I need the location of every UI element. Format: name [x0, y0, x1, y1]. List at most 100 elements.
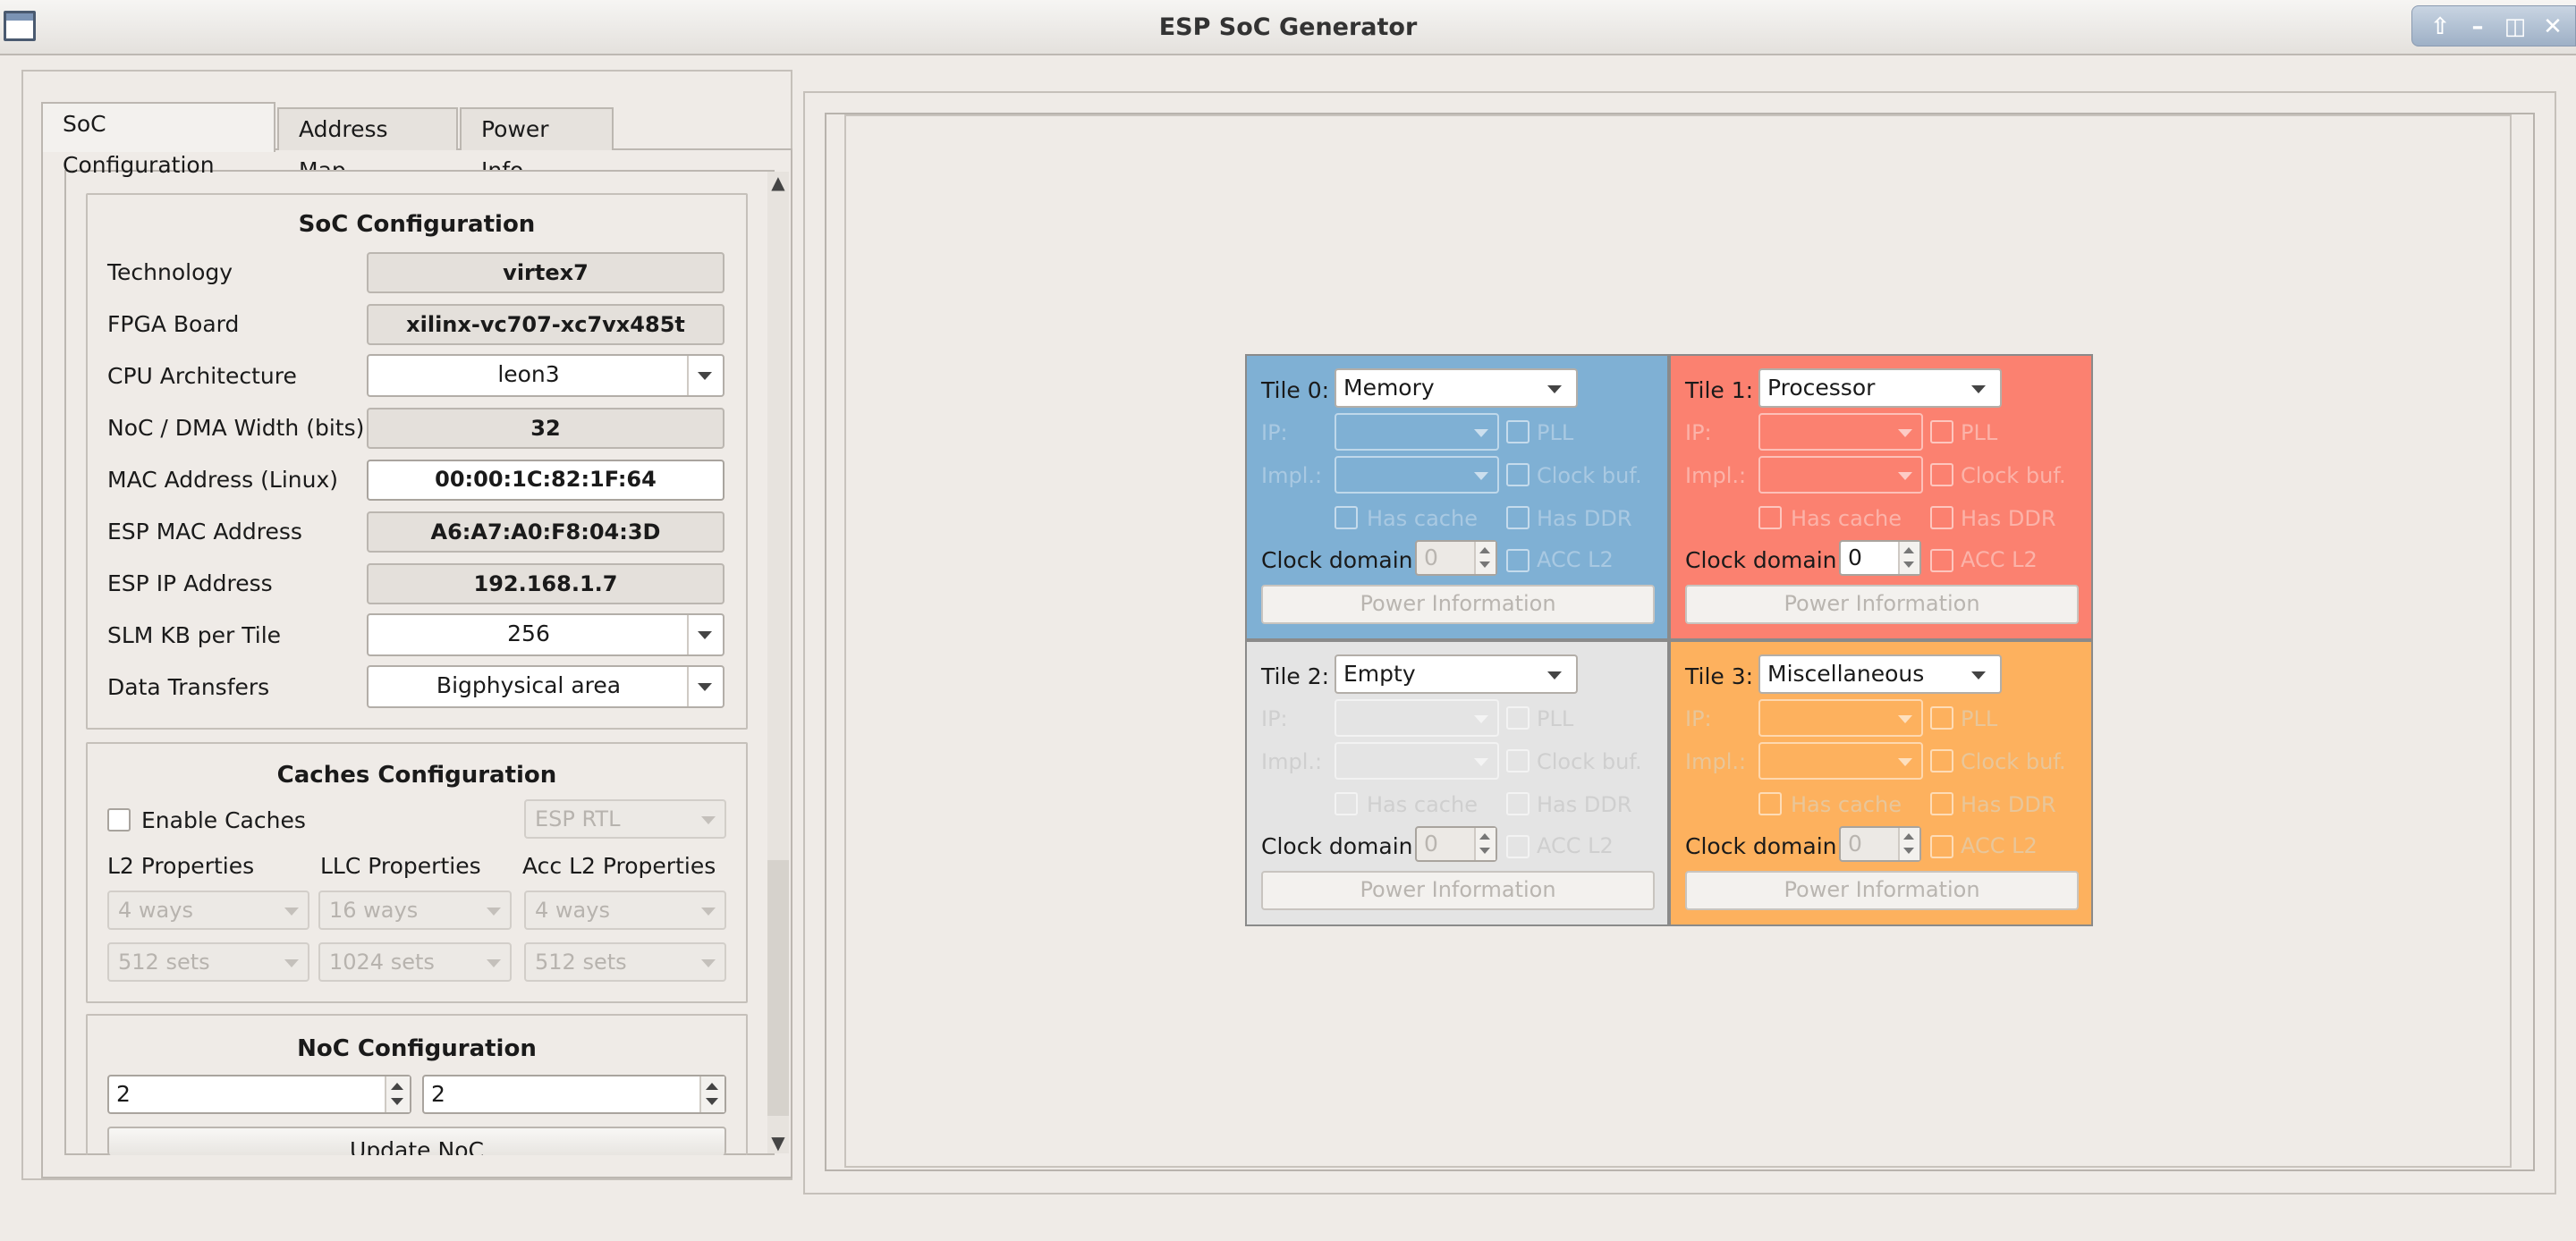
acc-l2-checkbox[interactable] [1930, 835, 1953, 858]
clock-domain-stepper[interactable] [1474, 542, 1496, 574]
clock-domain-stepper[interactable] [1474, 828, 1496, 860]
noc-cols-spinbox[interactable]: 2 [422, 1075, 726, 1114]
has-ddr-checkbox[interactable] [1506, 792, 1530, 815]
minimize-icon[interactable]: – [2462, 12, 2493, 42]
cpu-architecture-select[interactable]: leon3 [367, 354, 724, 397]
impl-select[interactable] [1335, 742, 1499, 780]
step-down-icon[interactable] [1479, 561, 1490, 568]
acc-l2-sets-select[interactable]: 512 sets [524, 942, 726, 982]
llc-sets-select[interactable]: 1024 sets [318, 942, 512, 982]
noc-rows-spinbox[interactable]: 2 [107, 1075, 411, 1114]
keep-above-icon[interactable]: ⇧ [2425, 12, 2455, 42]
tab-address-map[interactable]: Address Map [277, 107, 458, 183]
impl-select[interactable] [1758, 742, 1923, 780]
pll-checkbox[interactable] [1506, 706, 1530, 730]
tab-power-info[interactable]: Power Info [460, 107, 614, 183]
pll-checkbox[interactable] [1506, 420, 1530, 443]
tile-label: Tile 2: [1261, 663, 1330, 689]
acc-l2-ways-select[interactable]: 4 ways [524, 891, 726, 930]
noc-rows-stepper[interactable] [385, 1076, 410, 1112]
step-up-icon[interactable] [1903, 833, 1914, 840]
step-down-icon[interactable] [1903, 561, 1914, 568]
clock-buf-checkbox[interactable] [1506, 463, 1530, 486]
clock-domain-spinbox[interactable]: 0 [1415, 540, 1497, 576]
acc-l2-checkbox[interactable] [1506, 835, 1530, 858]
clock-buf-checkbox[interactable] [1930, 463, 1953, 486]
data-transfers-dropdown[interactable] [687, 667, 723, 706]
has-cache-checkbox[interactable] [1335, 506, 1358, 529]
noc-cols-stepper[interactable] [699, 1076, 724, 1112]
llc-ways-select[interactable]: 16 ways [318, 891, 512, 930]
acc-l2-label: ACC L2 [1961, 547, 2038, 572]
power-information-button[interactable]: Power Information [1685, 871, 2079, 910]
step-up-icon[interactable] [1479, 833, 1490, 840]
scroll-down-icon[interactable]: ▼ [767, 1132, 789, 1153]
slm-kb-dropdown[interactable] [687, 615, 723, 654]
acc-l2-checkbox[interactable] [1930, 549, 1953, 572]
has-ddr-checkbox[interactable] [1930, 792, 1953, 815]
tile-type-select[interactable]: Memory [1335, 368, 1578, 408]
step-up-icon[interactable] [1903, 547, 1914, 553]
clock-domain-stepper[interactable] [1898, 828, 1919, 860]
step-down-icon[interactable] [391, 1098, 403, 1105]
cpu-architecture-dropdown[interactable] [687, 356, 723, 395]
ip-select[interactable] [1335, 699, 1499, 737]
has-cache-label: Has cache [1791, 506, 1902, 531]
technology-field: virtex7 [367, 252, 724, 293]
step-up-icon[interactable] [1479, 547, 1490, 553]
noc-rows-value: 2 [116, 1081, 131, 1107]
step-down-icon[interactable] [706, 1098, 718, 1105]
clock-domain-value: 0 [1424, 831, 1438, 857]
power-information-button[interactable]: Power Information [1685, 585, 2079, 624]
ip-label: IP: [1261, 420, 1288, 445]
noc-width-label: NoC / DMA Width (bits) [107, 415, 365, 441]
clock-domain-stepper[interactable] [1898, 542, 1919, 574]
tile-type-select[interactable]: Empty [1335, 654, 1578, 694]
step-down-icon[interactable] [1479, 848, 1490, 854]
clock-domain-value: 0 [1848, 831, 1862, 857]
clock-buf-checkbox[interactable] [1506, 749, 1530, 772]
clock-domain-spinbox[interactable]: 0 [1839, 540, 1921, 576]
data-transfers-select[interactable]: Bigphysical area [367, 665, 724, 708]
cache-impl-select[interactable]: ESP RTL [524, 799, 726, 839]
enable-caches-checkbox[interactable] [107, 808, 131, 832]
has-cache-label: Has cache [1367, 792, 1478, 817]
power-information-button[interactable]: Power Information [1261, 585, 1655, 624]
ip-select[interactable] [1758, 699, 1923, 737]
step-up-icon[interactable] [391, 1083, 403, 1090]
impl-select[interactable] [1335, 456, 1499, 494]
power-information-button[interactable]: Power Information [1261, 871, 1655, 910]
l2-ways-select[interactable]: 4 ways [107, 891, 309, 930]
clock-buf-checkbox[interactable] [1930, 749, 1953, 772]
l2-sets-select[interactable]: 512 sets [107, 942, 309, 982]
has-cache-checkbox[interactable] [1758, 506, 1782, 529]
scroll-up-icon[interactable]: ▲ [767, 172, 789, 193]
update-noc-button[interactable]: Update NoC [107, 1127, 726, 1155]
vertical-scrollbar[interactable]: ▲ ▼ [767, 172, 789, 1153]
clock-domain-spinbox[interactable]: 0 [1415, 826, 1497, 862]
chevron-down-icon [1898, 715, 1912, 723]
acc-l2-checkbox[interactable] [1506, 549, 1530, 572]
tab-soc-configuration[interactable]: SoC Configuration [41, 102, 275, 178]
has-cache-checkbox[interactable] [1758, 792, 1782, 815]
ip-select[interactable] [1758, 413, 1923, 451]
ip-select[interactable] [1335, 413, 1499, 451]
slm-kb-select[interactable]: 256 [367, 613, 724, 656]
has-cache-checkbox[interactable] [1335, 792, 1358, 815]
mac-linux-input[interactable]: 00:00:1C:82:1F:64 [367, 460, 724, 501]
tile-type-select[interactable]: Processor [1758, 368, 2002, 408]
maximize-icon[interactable]: ◫ [2500, 12, 2530, 42]
fpga-board-label: FPGA Board [107, 311, 240, 337]
step-up-icon[interactable] [706, 1083, 718, 1090]
has-ddr-checkbox[interactable] [1930, 506, 1953, 529]
step-down-icon[interactable] [1903, 848, 1914, 854]
has-ddr-checkbox[interactable] [1506, 506, 1530, 529]
scrollbar-thumb[interactable] [767, 860, 789, 1116]
clock-domain-spinbox[interactable]: 0 [1839, 826, 1921, 862]
close-icon[interactable]: ✕ [2538, 12, 2568, 42]
tile-type-select[interactable]: Miscellaneous [1758, 654, 2002, 694]
chevron-down-icon [1971, 385, 1986, 393]
pll-checkbox[interactable] [1930, 420, 1953, 443]
pll-checkbox[interactable] [1930, 706, 1953, 730]
impl-select[interactable] [1758, 456, 1923, 494]
